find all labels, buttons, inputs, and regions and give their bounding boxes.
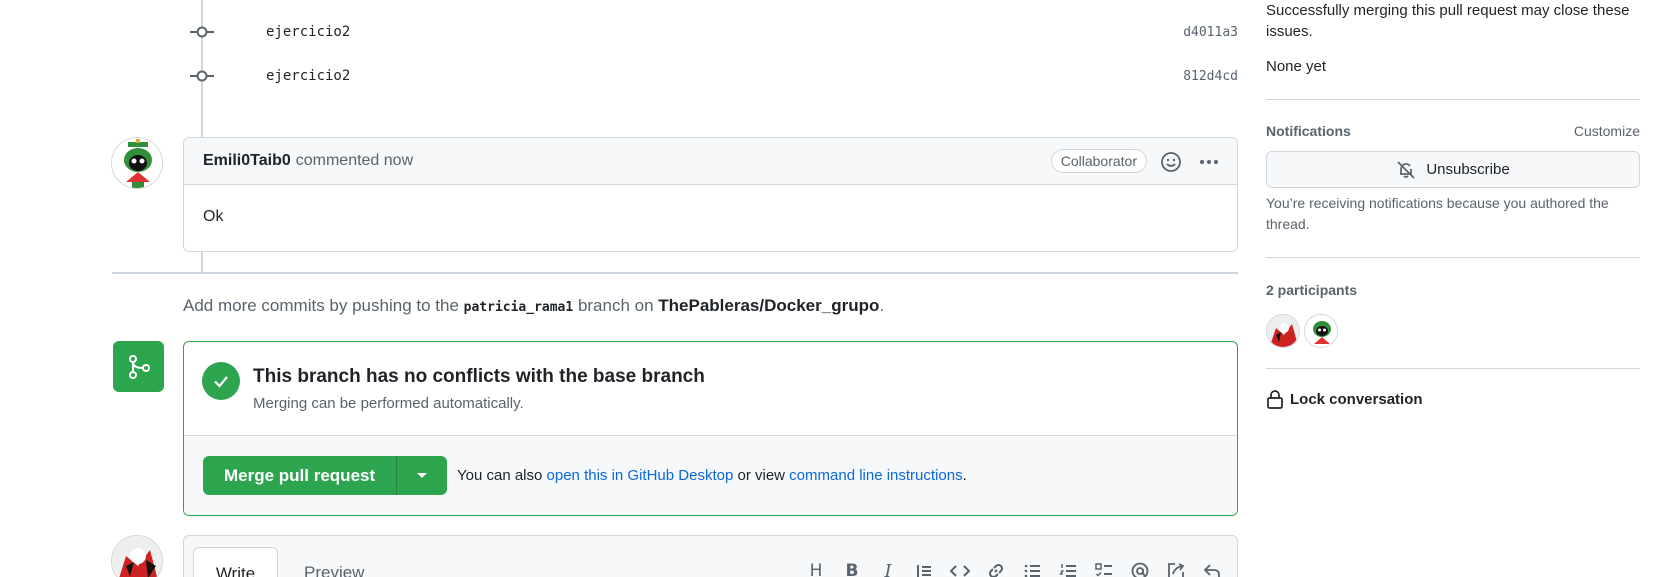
participant-avatar[interactable]: [1266, 314, 1300, 348]
italic-icon[interactable]: I: [877, 560, 899, 577]
avatar-image: [112, 138, 162, 188]
merge-button-group: Merge pull request: [203, 456, 448, 495]
commit-message[interactable]: ejercicio2: [266, 24, 350, 40]
command-line-instructions-link[interactable]: command line instructions: [789, 467, 962, 484]
sidebar-divider: [1266, 99, 1640, 100]
cross-reference-icon[interactable]: [1165, 560, 1187, 577]
merge-subtitle: Merging can be performed automatically.: [253, 395, 524, 412]
unsubscribe-label: Unsubscribe: [1426, 161, 1510, 178]
task-list-icon[interactable]: [1093, 560, 1115, 577]
avatar-image: [112, 536, 162, 577]
unsubscribe-button[interactable]: Unsubscribe: [1266, 151, 1640, 188]
check-icon: [202, 362, 240, 400]
ordered-list-icon[interactable]: [1057, 560, 1079, 577]
avatar[interactable]: [111, 137, 163, 189]
sidebar-divider: [1266, 368, 1640, 369]
comment-header: Emili0Taib0 commented now Collaborator: [184, 138, 1237, 185]
mention-icon[interactable]: [1129, 560, 1151, 577]
timeline-line: [201, 252, 203, 272]
commit-row: ejercicio2 812d4cd: [190, 64, 1238, 88]
link-icon[interactable]: [985, 560, 1007, 577]
merge-title: This branch has no conflicts with the ba…: [253, 366, 705, 387]
comment-timestamp[interactable]: commented now: [296, 152, 413, 170]
merge-box: This branch has no conflicts with the ba…: [183, 341, 1238, 516]
unordered-list-icon[interactable]: [1021, 560, 1043, 577]
comment-box: Emili0Taib0 commented now Collaborator O…: [183, 137, 1238, 252]
commit-message[interactable]: ejercicio2: [266, 68, 350, 84]
tab-write[interactable]: Write: [193, 547, 278, 577]
development-issues-value: None yet: [1266, 58, 1327, 75]
lock-conversation-button[interactable]: Lock conversation: [1266, 389, 1423, 409]
lock-conversation-label: Lock conversation: [1290, 390, 1423, 408]
development-issues-text: Successfully merging this pull request m…: [1266, 2, 1630, 40]
editor-toolbar: H B I: [805, 560, 1223, 577]
caret-down-icon: [417, 472, 428, 478]
commit-row: ejercicio2 d4011a3: [190, 20, 1238, 44]
comment-author[interactable]: Emili0Taib0: [203, 152, 291, 170]
bell-slash-icon: [1397, 160, 1415, 179]
collaborator-badge: Collaborator: [1050, 149, 1147, 173]
customize-link[interactable]: Customize: [1574, 123, 1640, 139]
repo-link[interactable]: ThePableras/Docker_grupo: [658, 296, 879, 315]
push-hint-suffix: .: [879, 296, 885, 315]
merge-method-dropdown[interactable]: [397, 456, 448, 495]
add-reaction-icon[interactable]: [1159, 150, 1183, 174]
merge-alt-middle: or view: [733, 467, 790, 484]
push-hint-middle: branch on: [573, 296, 659, 315]
code-icon[interactable]: [949, 560, 971, 577]
notification-reason: You’re receiving notifications because y…: [1266, 195, 1609, 232]
merge-alt-prefix: You can also: [457, 467, 547, 484]
participants-list: [1266, 314, 1338, 348]
merge-alternatives: You can also open this in GitHub Desktop…: [457, 467, 967, 484]
current-user-avatar[interactable]: [111, 535, 163, 577]
commit-sha[interactable]: 812d4cd: [1183, 69, 1238, 84]
bold-icon[interactable]: B: [841, 560, 863, 577]
participants-label: 2 participants: [1266, 282, 1358, 298]
merge-status: This branch has no conflicts with the ba…: [184, 342, 1237, 436]
quote-icon[interactable]: [913, 560, 935, 577]
commit-icon: [190, 26, 214, 38]
lock-icon: [1267, 390, 1283, 409]
section-divider: [112, 272, 1238, 274]
merge-pull-request-button[interactable]: Merge pull request: [203, 456, 398, 495]
commit-sha[interactable]: d4011a3: [1183, 25, 1238, 40]
notifications-label: Notifications: [1266, 123, 1351, 139]
sidebar-divider: [1266, 257, 1640, 258]
reply-icon[interactable]: [1201, 560, 1223, 577]
merge-alt-suffix: .: [962, 467, 967, 484]
more-options-icon[interactable]: [1197, 150, 1221, 174]
comment-editor: Write Preview H B I: [183, 535, 1238, 577]
push-hint: Add more commits by pushing to the patri…: [183, 296, 884, 316]
open-github-desktop-link[interactable]: open this in GitHub Desktop: [547, 467, 734, 484]
merge-actions: Merge pull request You can also open thi…: [184, 436, 1237, 515]
branch-name: patricia_rama1: [463, 300, 574, 315]
tab-preview[interactable]: Preview: [304, 563, 364, 577]
push-hint-prefix: Add more commits by pushing to the: [183, 296, 464, 315]
commit-icon: [190, 70, 214, 82]
heading-icon[interactable]: H: [805, 560, 827, 577]
comment-body: Ok: [203, 208, 224, 225]
participant-avatar[interactable]: [1304, 314, 1338, 348]
git-merge-icon: [128, 354, 150, 379]
merge-status-icon: [113, 341, 164, 392]
